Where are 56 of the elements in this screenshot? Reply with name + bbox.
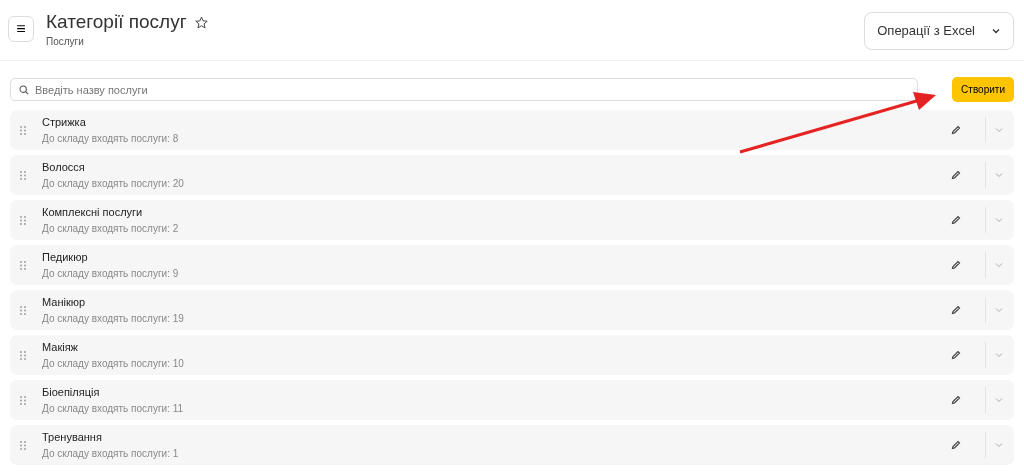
expand-chevron-icon[interactable] xyxy=(994,260,1004,270)
expand-chevron-icon[interactable] xyxy=(994,350,1004,360)
expand-chevron-icon[interactable] xyxy=(994,170,1004,180)
create-button[interactable]: Створити xyxy=(952,77,1014,102)
service-count: До складу входять послуги: 1 xyxy=(42,446,180,461)
category-row[interactable]: Біоепіляція До складу входять послуги: 11 xyxy=(10,380,1014,420)
category-row[interactable]: Волосся До складу входять послуги: 20 xyxy=(10,155,1014,195)
search-field[interactable]: Введіть назву послуги xyxy=(10,78,919,101)
service-count: До складу входять послуги: 8 xyxy=(42,131,180,146)
drag-handle-icon[interactable] xyxy=(20,260,26,270)
star-icon[interactable] xyxy=(194,15,208,29)
service-count: До складу входять послуги: 2 xyxy=(42,221,180,236)
category-name: Манікюр xyxy=(42,295,87,311)
category-row[interactable]: Манікюр До складу входять послуги: 19 xyxy=(10,290,1014,330)
category-name: Біоепіляція xyxy=(42,385,101,401)
breadcrumb: Послуги xyxy=(46,35,85,49)
category-name: Комплексні послуги xyxy=(42,205,144,221)
page-title: Категорії послуг xyxy=(46,10,187,34)
edit-icon[interactable] xyxy=(951,125,961,135)
excel-operations-button[interactable]: Операції з Excel xyxy=(864,12,1014,50)
edit-icon[interactable] xyxy=(951,215,961,225)
edit-icon[interactable] xyxy=(951,305,961,315)
category-name: Тренування xyxy=(42,430,103,446)
category-name: Волосся xyxy=(42,160,86,176)
category-row[interactable]: Педикюр До складу входять послуги: 9 xyxy=(10,245,1014,285)
service-count: До складу входять послуги: 9 xyxy=(42,266,180,281)
category-row[interactable]: Макіяж До складу входять послуги: 10 xyxy=(10,335,1014,375)
edit-icon[interactable] xyxy=(951,260,961,270)
service-count: До складу входять послуги: 11 xyxy=(42,401,185,416)
edit-icon[interactable] xyxy=(951,395,961,405)
service-count: До складу входять послуги: 10 xyxy=(42,356,185,371)
category-row[interactable]: Стрижка До складу входять послуги: 8 xyxy=(10,110,1014,150)
edit-icon[interactable] xyxy=(951,350,961,360)
edit-icon[interactable] xyxy=(951,170,961,180)
drag-handle-icon[interactable] xyxy=(20,440,26,450)
category-row[interactable]: Комплексні послуги До складу входять послуги: 2 xyxy=(10,200,1014,240)
category-name: Макіяж xyxy=(42,340,79,356)
expand-chevron-icon[interactable] xyxy=(994,215,1004,225)
drag-handle-icon[interactable] xyxy=(20,215,26,225)
search-icon xyxy=(19,85,29,95)
expand-chevron-icon[interactable] xyxy=(994,125,1004,135)
category-row[interactable]: Тренування До складу входять послуги: 1 xyxy=(10,425,1014,465)
drag-handle-icon[interactable] xyxy=(20,350,26,360)
drag-handle-icon[interactable] xyxy=(20,305,26,315)
expand-chevron-icon[interactable] xyxy=(994,305,1004,315)
drag-handle-icon[interactable] xyxy=(20,125,26,135)
category-name: Стрижка xyxy=(42,115,87,131)
service-count: До складу входять послуги: 20 xyxy=(42,176,185,191)
menu-button[interactable]: ≡ xyxy=(8,16,34,42)
drag-handle-icon[interactable] xyxy=(20,395,26,405)
expand-chevron-icon[interactable] xyxy=(994,440,1004,450)
drag-handle-icon[interactable] xyxy=(20,170,26,180)
edit-icon[interactable] xyxy=(951,440,961,450)
expand-chevron-icon[interactable] xyxy=(994,395,1004,405)
category-name: Педикюр xyxy=(42,250,89,266)
service-count: До складу входять послуги: 19 xyxy=(42,311,185,326)
